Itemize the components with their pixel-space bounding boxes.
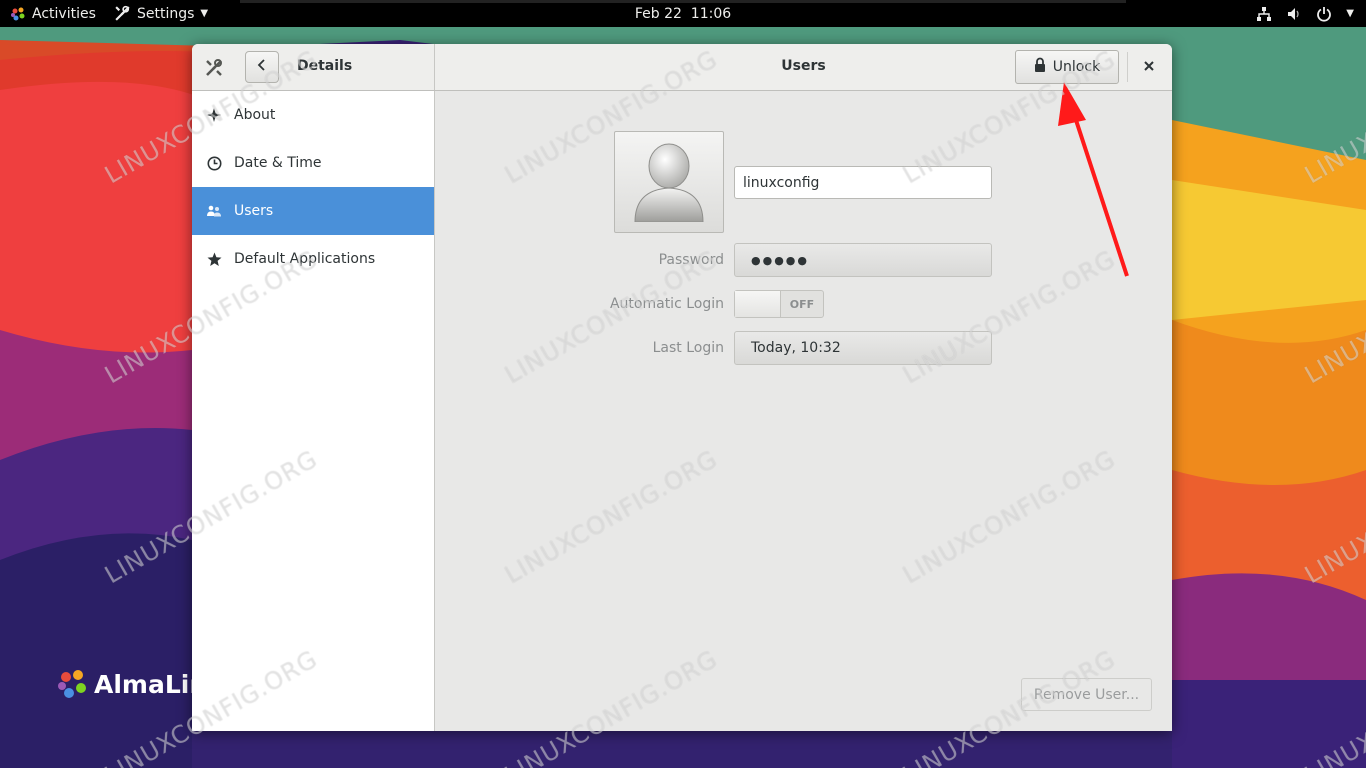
activities-label: Activities xyxy=(32,5,96,22)
almalinux-small-icon xyxy=(10,6,26,22)
username-value: linuxconfig xyxy=(743,174,820,191)
sidebar-item-users[interactable]: Users xyxy=(192,187,434,235)
almalinux-logo: AlmaLin xyxy=(56,668,207,700)
lastlogin-button[interactable]: Today, 10:32 xyxy=(734,331,992,365)
remove-user-label: Remove User... xyxy=(1033,686,1140,703)
avatar xyxy=(629,138,709,226)
close-icon xyxy=(1144,59,1154,75)
app-menu-label: Settings xyxy=(137,5,195,22)
settings-tools-icon xyxy=(204,58,224,78)
users-icon xyxy=(206,203,222,219)
users-panel: linuxconfig Password ●●●●● Automatic Log… xyxy=(435,91,1172,731)
switch-knob xyxy=(735,291,781,317)
activities-button[interactable]: Activities xyxy=(10,0,96,27)
close-button[interactable] xyxy=(1134,52,1164,82)
clock-icon xyxy=(206,155,222,171)
header-bar: Details Users Unlock xyxy=(192,44,1172,91)
sidebar: About Date & Time Users Default Applicat… xyxy=(192,91,435,731)
username-field[interactable]: linuxconfig xyxy=(734,166,992,199)
password-label: Password xyxy=(658,252,724,268)
sidebar-item-label: About xyxy=(234,107,276,123)
unlock-label: Unlock xyxy=(1052,59,1101,75)
system-tray[interactable]: ▼ xyxy=(1256,0,1354,27)
switch-state: OFF xyxy=(789,297,815,311)
back-button[interactable] xyxy=(245,51,279,83)
chevron-down-icon: ▼ xyxy=(200,8,209,19)
star-icon xyxy=(206,251,222,267)
unlock-button[interactable]: Unlock xyxy=(1015,50,1119,84)
network-icon xyxy=(1256,6,1272,22)
lastlogin-label: Last Login xyxy=(652,340,724,356)
header-left-pane: Details xyxy=(192,44,435,90)
chevron-left-icon xyxy=(256,59,268,75)
sidebar-item-date-time[interactable]: Date & Time xyxy=(192,139,434,187)
app-menu-button[interactable]: Settings ▼ xyxy=(114,0,208,27)
clock-label[interactable]: Feb 22 11:06 xyxy=(635,6,731,22)
panel-title: Details xyxy=(297,58,353,74)
tools-icon xyxy=(114,5,131,22)
avatar-button[interactable] xyxy=(614,131,724,233)
password-button[interactable]: ●●●●● xyxy=(734,243,992,277)
header-divider xyxy=(1127,52,1128,82)
remove-user-button[interactable]: Remove User... xyxy=(1021,678,1152,711)
sidebar-item-label: Users xyxy=(234,203,274,219)
lastlogin-value: Today, 10:32 xyxy=(751,340,841,356)
lock-icon xyxy=(1034,57,1046,77)
topbar-divider xyxy=(240,0,1126,3)
almalinux-logo-icon xyxy=(58,670,86,698)
autologin-label: Automatic Login xyxy=(609,296,724,312)
settings-window: Details Users Unlock About Date & Time U… xyxy=(192,44,1172,731)
chevron-down-icon: ▼ xyxy=(1346,8,1354,19)
logo-text: AlmaLin xyxy=(94,669,208,699)
password-value: ●●●●● xyxy=(751,253,809,267)
sidebar-item-label: Default Applications xyxy=(234,251,376,267)
sidebar-item-label: Date & Time xyxy=(234,155,322,171)
sparkle-icon xyxy=(206,107,222,123)
volume-icon xyxy=(1286,6,1302,22)
power-icon xyxy=(1316,6,1332,22)
autologin-switch[interactable]: OFF xyxy=(734,290,824,318)
top-bar: Activities Settings ▼ Feb 22 11:06 ▼ xyxy=(0,0,1366,27)
sidebar-item-default-applications[interactable]: Default Applications xyxy=(192,235,434,283)
sidebar-item-about[interactable]: About xyxy=(192,91,434,139)
